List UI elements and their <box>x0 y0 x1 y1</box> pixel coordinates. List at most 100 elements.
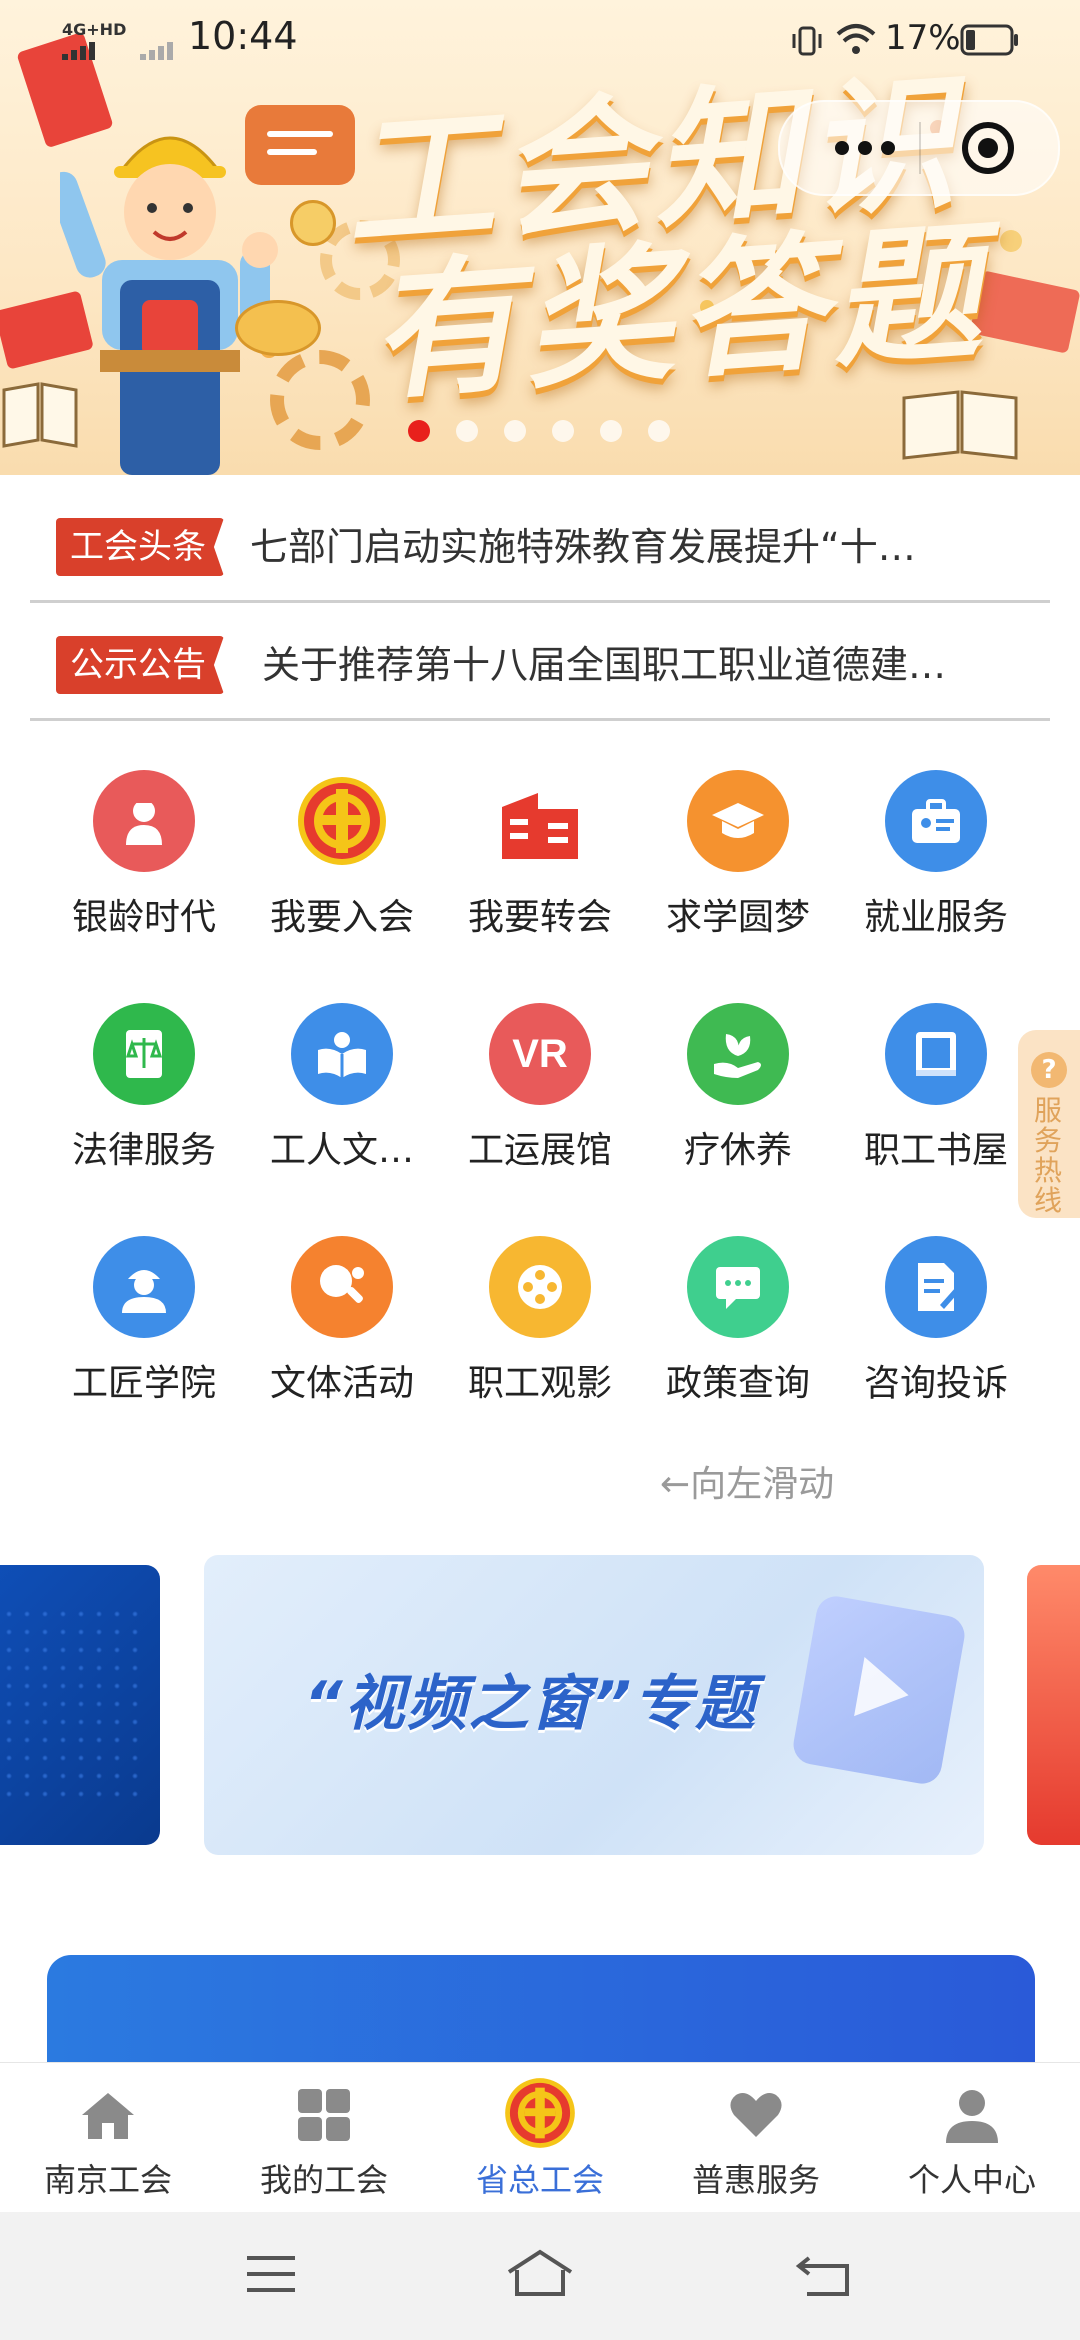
video-window-card[interactable]: “视频之窗”专题 <box>204 1555 984 1855</box>
graduation-cap-icon <box>687 770 789 872</box>
capsule-divider <box>919 122 921 174</box>
coin-icon <box>290 200 336 246</box>
close-miniprogram-icon[interactable] <box>960 120 1016 176</box>
scales-icon <box>93 1003 195 1105</box>
battery-icon <box>960 24 1020 56</box>
carousel-card-next[interactable] <box>1027 1565 1080 1845</box>
service-item[interactable]: 工人文… <box>243 1003 441 1203</box>
union-emblem-icon <box>502 2075 575 2148</box>
system-navigation-bar <box>0 2212 1080 2340</box>
carousel-card-prev[interactable] <box>0 1565 160 1845</box>
play-button-icon <box>790 1593 968 1787</box>
person-icon <box>942 2085 1002 2145</box>
tab-label: 个人中心 <box>907 2161 1036 2199</box>
service-item[interactable]: 职工书屋 <box>837 1003 1035 1203</box>
carousel-dot[interactable] <box>648 420 670 442</box>
service-label: 我要转会 <box>467 897 612 938</box>
tab-home[interactable]: 南京工会 <box>0 2063 216 2213</box>
news-headline-row[interactable]: 工会头条 七部门启动实施特殊教育发展提升“十… <box>30 484 1050 603</box>
book-icon <box>900 380 1020 460</box>
confetti <box>1000 230 1022 252</box>
leaf-hand-icon <box>687 1003 789 1105</box>
tab-union-emblem[interactable]: 省总工会 <box>432 2063 648 2213</box>
service-label: 职工书屋 <box>863 1130 1008 1171</box>
service-label: 我要入会 <box>269 897 414 938</box>
service-label: 就业服务 <box>863 897 1008 938</box>
network-indicator: 4G+HD <box>62 20 127 39</box>
vibrate-icon <box>790 24 824 58</box>
miniprogram-capsule <box>778 100 1060 196</box>
coin-icon <box>235 300 321 356</box>
document-edit-icon <box>885 1236 987 1338</box>
gear-icon <box>270 350 370 450</box>
home-icon <box>78 2085 138 2145</box>
book-reader-icon <box>291 1003 393 1105</box>
news-tag: 工会头条 <box>56 518 224 576</box>
service-item[interactable]: 就业服务 <box>837 770 1035 970</box>
tab-label: 我的工会 <box>259 2161 388 2199</box>
signal-icon <box>62 40 102 60</box>
carousel-dot[interactable] <box>600 420 622 442</box>
video-window-title: “视频之窗”专题 <box>304 1669 758 1739</box>
banner-title-line2: 有奖答题 <box>364 203 992 421</box>
service-item[interactable]: 银龄时代 <box>45 770 243 970</box>
service-item[interactable]: 职工观影 <box>441 1236 639 1436</box>
clock: 10:44 <box>188 14 298 58</box>
elder-icon <box>93 770 195 872</box>
question-icon: ? <box>1031 1052 1067 1088</box>
service-item[interactable]: 工匠学院 <box>45 1236 243 1436</box>
home-nav-icon[interactable] <box>505 2248 575 2298</box>
carousel-dot[interactable] <box>456 420 478 442</box>
service-item[interactable]: 法律服务 <box>45 1003 243 1203</box>
building-icon <box>489 770 591 872</box>
service-item[interactable]: 求学圆梦 <box>639 770 837 970</box>
service-label: 工匠学院 <box>71 1363 216 1404</box>
carousel-dot[interactable] <box>504 420 526 442</box>
battery-percentage: 17% <box>885 18 961 58</box>
service-label: 求学圆梦 <box>665 897 810 938</box>
service-label: 职工观影 <box>467 1363 612 1404</box>
announcement-row[interactable]: 公示公告 关于推荐第十八届全国职工职业道德建… <box>30 602 1050 721</box>
briefcase-icon <box>885 770 987 872</box>
tab-label: 南京工会 <box>43 2161 172 2199</box>
service-hotline-button[interactable]: ? 服务热线 <box>1018 1030 1080 1218</box>
speech-bubble-icon <box>245 105 355 185</box>
service-grid: 银龄时代 我要入会 我要转会 求学圆梦 就业服务法律服务 工人文… VR 工运展馆 疗休养 职工书… <box>45 770 1035 1420</box>
announcement-tag: 公示公告 <box>56 636 224 694</box>
service-label: 政策查询 <box>665 1363 810 1404</box>
tab-heart[interactable]: 普惠服务 <box>648 2063 864 2213</box>
service-label: 工人文… <box>269 1130 414 1171</box>
wifi-icon <box>836 22 876 56</box>
more-options-icon[interactable] <box>830 140 900 156</box>
service-label: 工运展馆 <box>467 1130 612 1171</box>
tab-label: 省总工会 <box>475 2161 604 2199</box>
heart-icon <box>726 2085 786 2145</box>
service-item[interactable]: 疗休养 <box>639 1003 837 1203</box>
service-item[interactable]: 文体活动 <box>243 1236 441 1436</box>
tab-label: 普惠服务 <box>691 2161 820 2199</box>
service-item[interactable]: 咨询投诉 <box>837 1236 1035 1436</box>
film-reel-icon <box>489 1236 591 1338</box>
carousel-dot[interactable] <box>552 420 574 442</box>
signal-icon <box>140 40 180 60</box>
carousel-dot-active[interactable] <box>408 420 430 442</box>
menu-icon[interactable] <box>245 2254 297 2294</box>
chat-icon <box>687 1236 789 1338</box>
service-item[interactable]: VR 工运展馆 <box>441 1003 639 1203</box>
back-icon[interactable] <box>795 2252 851 2298</box>
announcement-text[interactable]: 关于推荐第十八届全国职工职业道德建… <box>262 638 1042 692</box>
grid-icon <box>294 2085 354 2145</box>
status-bar: 4G+HD 10:44 17% <box>0 0 1080 84</box>
service-item[interactable]: 我要入会 <box>243 770 441 970</box>
hotline-label: 服务热线 <box>1034 1094 1063 1217</box>
news-headline-text[interactable]: 七部门启动实施特殊教育发展提升“十… <box>250 520 1030 574</box>
service-item[interactable]: 我要转会 <box>441 770 639 970</box>
service-label: 咨询投诉 <box>863 1363 1008 1404</box>
tab-grid[interactable]: 我的工会 <box>216 2063 432 2213</box>
service-label: 法律服务 <box>71 1130 216 1171</box>
service-item[interactable]: 政策查询 <box>639 1236 837 1436</box>
ping-pong-icon <box>291 1236 393 1338</box>
service-label: 文体活动 <box>269 1363 414 1404</box>
service-label: 疗休养 <box>683 1130 792 1171</box>
tab-person[interactable]: 个人中心 <box>864 2063 1080 2213</box>
